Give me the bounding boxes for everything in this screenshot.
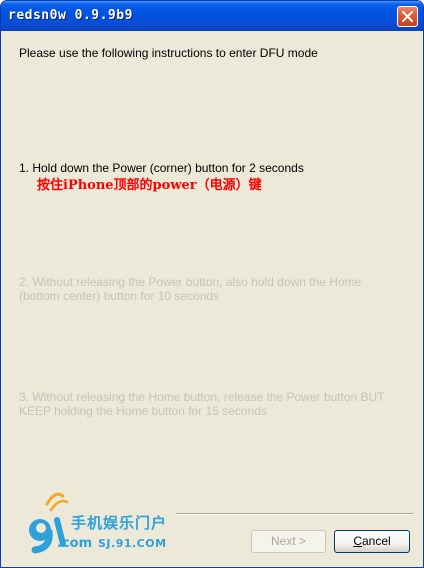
window-title: redsn0w 0.9.9b9 [8, 8, 133, 23]
step1-text: 1. Hold down the Power (corner) button f… [19, 161, 304, 175]
watermark-com-text: .com [57, 536, 93, 551]
watermark-brand-text: 手机娱乐门户 [71, 514, 168, 532]
next-button[interactable]: Next > [251, 530, 326, 553]
close-button[interactable] [397, 6, 418, 27]
step2-text: 2. Without releasing the Power button, a… [19, 275, 362, 303]
separator-line [176, 513, 413, 515]
intro-text: Please use the following instructions to… [19, 46, 318, 60]
watermark-url: SJ.91.COM [98, 537, 167, 550]
cancel-label-rest: ancel [361, 534, 391, 548]
close-icon [402, 11, 413, 22]
cancel-button[interactable]: Cancel [334, 530, 410, 553]
cancel-accelerator: C [353, 534, 362, 548]
dialog-window: redsn0w 0.9.9b9 Please use the following… [0, 0, 424, 568]
watermark-logo: 手机娱乐门户 SJ.91.COM .com [21, 486, 221, 566]
step3-text: 3. Without releasing the Home button, re… [19, 390, 385, 418]
dialog-content: Please use the following instructions to… [4, 31, 420, 566]
title-bar[interactable]: redsn0w 0.9.9b9 [1, 1, 423, 31]
step1-annotation: 按住iPhone顶部的power（电源）键 [37, 178, 262, 193]
